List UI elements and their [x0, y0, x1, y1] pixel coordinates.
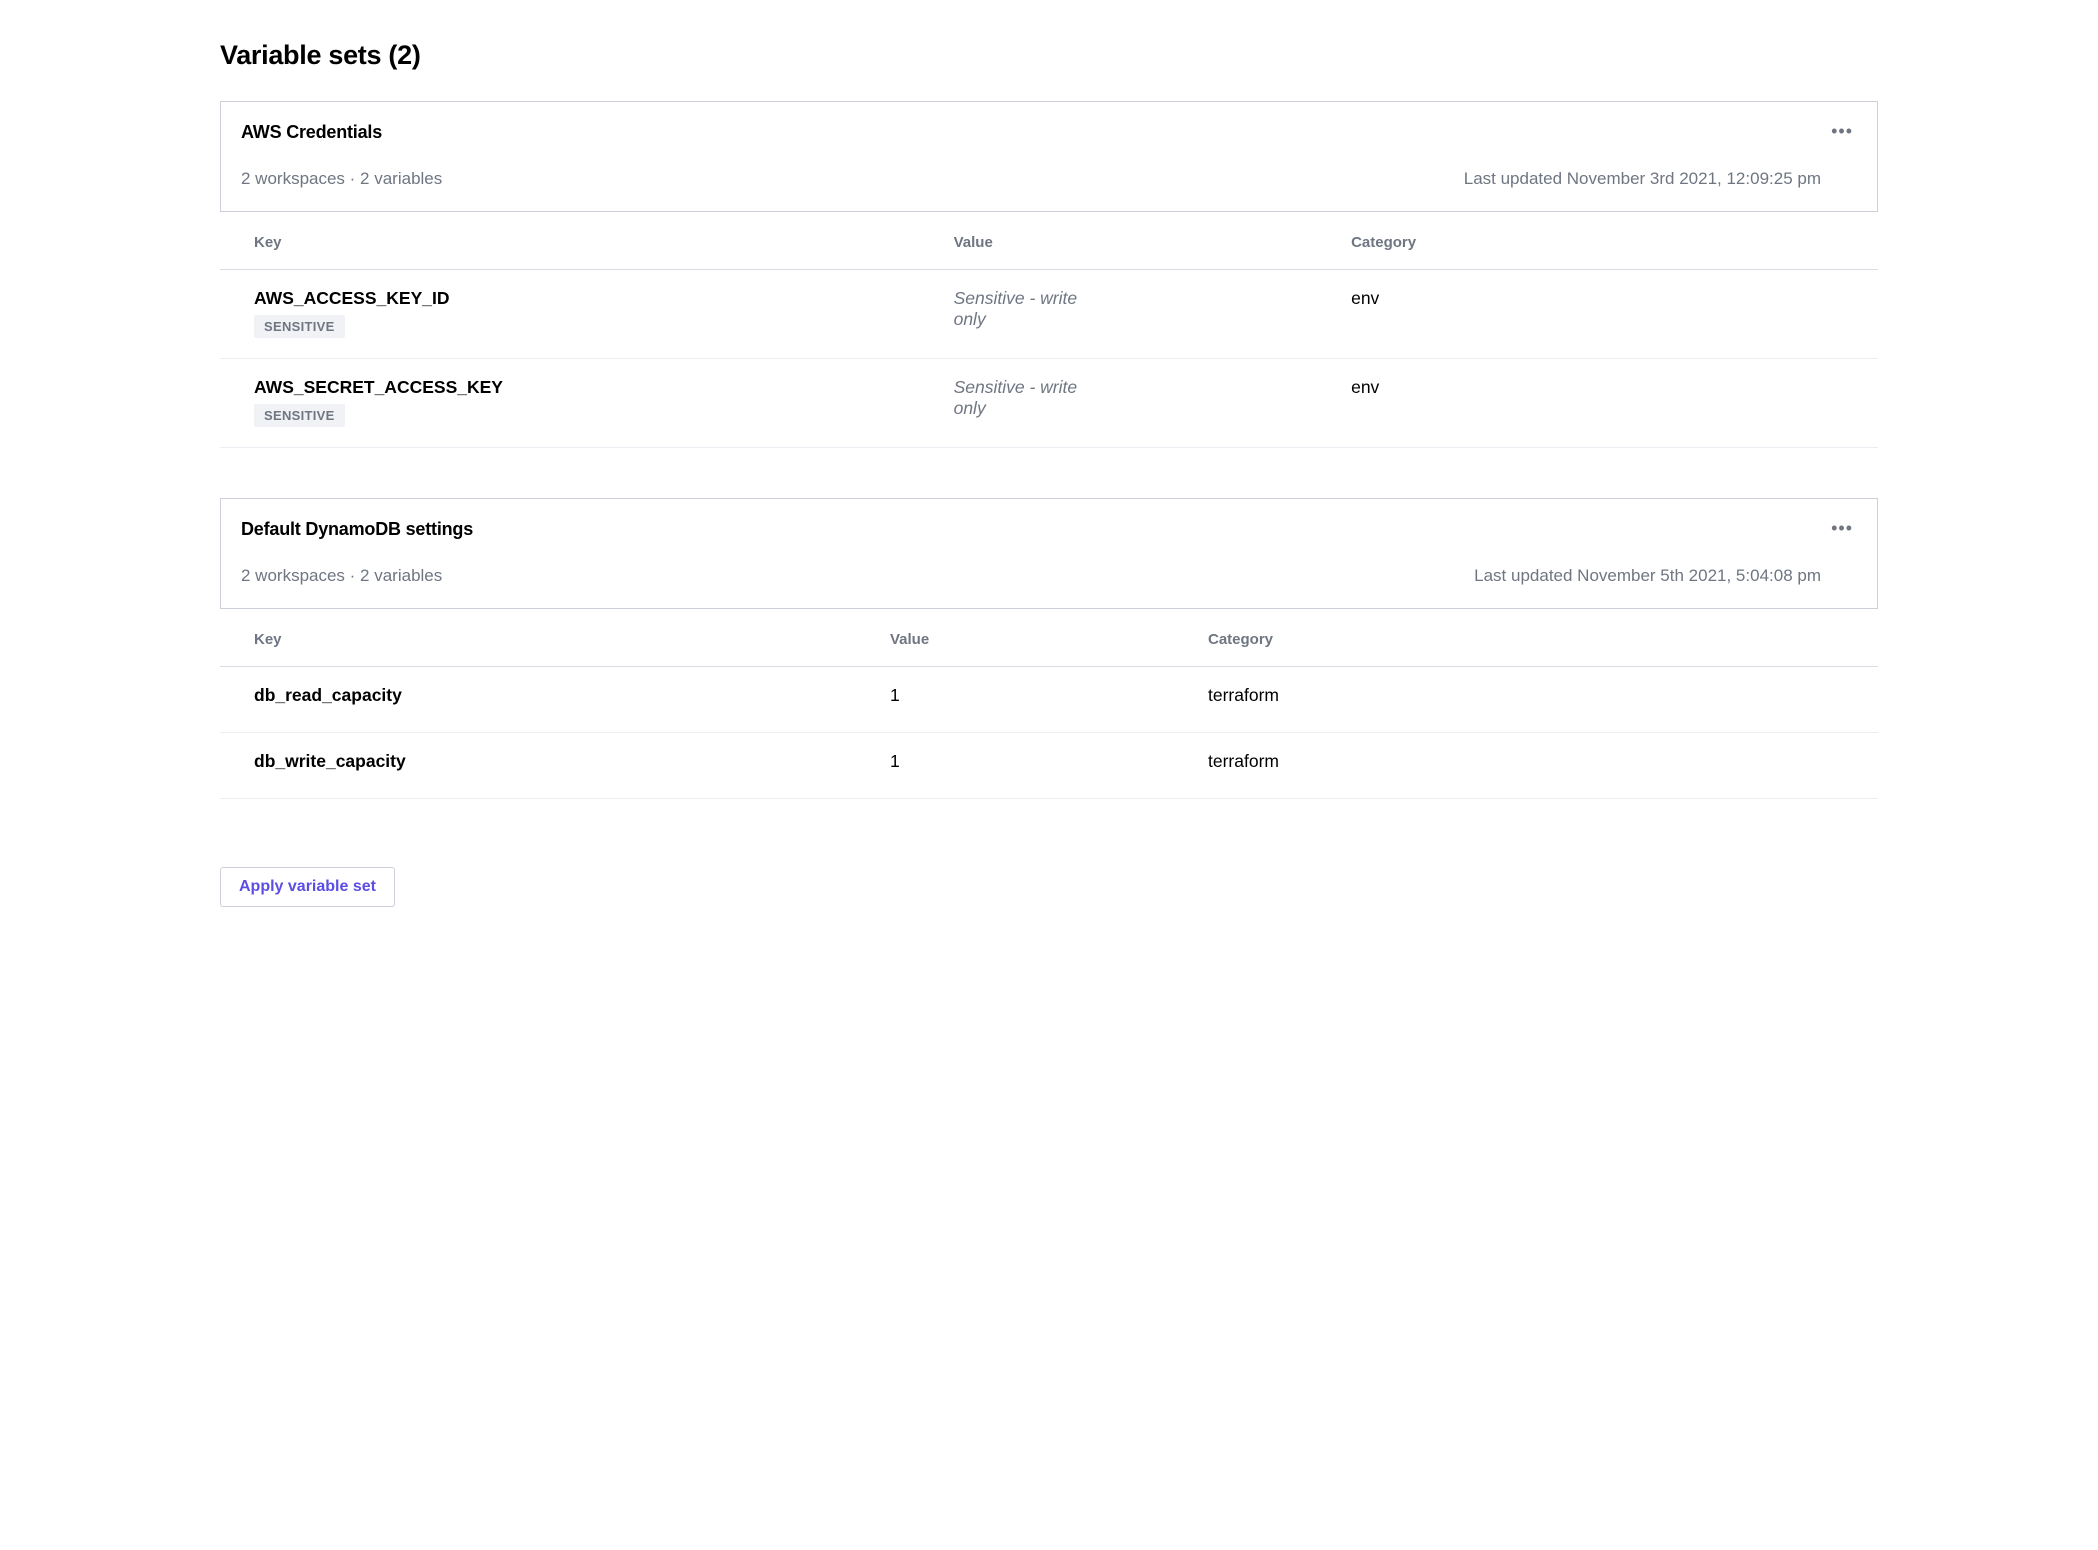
col-header-value: Value: [954, 234, 1352, 251]
table-header: Key Value Category: [220, 609, 1878, 667]
table-row: db_read_capacity 1 terraform: [220, 667, 1878, 733]
col-header-key: Key: [254, 234, 954, 251]
more-icon[interactable]: •••: [1827, 517, 1857, 539]
varset-meta-summary: 2 workspaces · 2 variables: [241, 566, 442, 586]
col-header-category: Category: [1208, 631, 1844, 648]
variable-category: env: [1351, 288, 1844, 309]
variable-table-aws: Key Value Category AWS_ACCESS_KEY_ID SEN…: [220, 212, 1878, 448]
varset-card-dynamodb: Default DynamoDB settings ••• 2 workspac…: [220, 498, 1878, 609]
varset-meta-updated: Last updated November 5th 2021, 5:04:08 …: [1474, 566, 1857, 586]
col-header-value: Value: [890, 631, 1208, 648]
col-header-category: Category: [1351, 234, 1844, 251]
varset-meta-summary: 2 workspaces · 2 variables: [241, 169, 442, 189]
variable-category: terraform: [1208, 685, 1844, 706]
varset-meta-updated: Last updated November 3rd 2021, 12:09:25…: [1464, 169, 1857, 189]
varset-name: AWS Credentials: [241, 122, 382, 143]
variable-category: terraform: [1208, 751, 1844, 772]
variable-value: Sensitive - write only: [954, 377, 1104, 419]
varset-card-aws-credentials: AWS Credentials ••• 2 workspaces · 2 var…: [220, 101, 1878, 212]
variable-key: AWS_SECRET_ACCESS_KEY: [254, 377, 954, 398]
table-row: db_write_capacity 1 terraform: [220, 733, 1878, 799]
table-header: Key Value Category: [220, 212, 1878, 270]
table-row: AWS_ACCESS_KEY_ID SENSITIVE Sensitive - …: [220, 270, 1878, 359]
variable-value: Sensitive - write only: [954, 288, 1104, 330]
variable-table-dynamodb: Key Value Category db_read_capacity 1 te…: [220, 609, 1878, 799]
variable-category: env: [1351, 377, 1844, 398]
sensitive-badge: SENSITIVE: [254, 315, 345, 338]
col-header-key: Key: [254, 631, 890, 648]
apply-variable-set-button[interactable]: Apply variable set: [220, 867, 395, 907]
page-title: Variable sets (2): [220, 40, 1878, 71]
sensitive-badge: SENSITIVE: [254, 404, 345, 427]
table-row: AWS_SECRET_ACCESS_KEY SENSITIVE Sensitiv…: [220, 359, 1878, 448]
variable-key: db_write_capacity: [254, 751, 890, 772]
variable-key: AWS_ACCESS_KEY_ID: [254, 288, 954, 309]
varset-name: Default DynamoDB settings: [241, 519, 473, 540]
variable-value: 1: [890, 685, 1208, 706]
variable-value: 1: [890, 751, 1208, 772]
more-icon[interactable]: •••: [1827, 120, 1857, 142]
variable-key: db_read_capacity: [254, 685, 890, 706]
